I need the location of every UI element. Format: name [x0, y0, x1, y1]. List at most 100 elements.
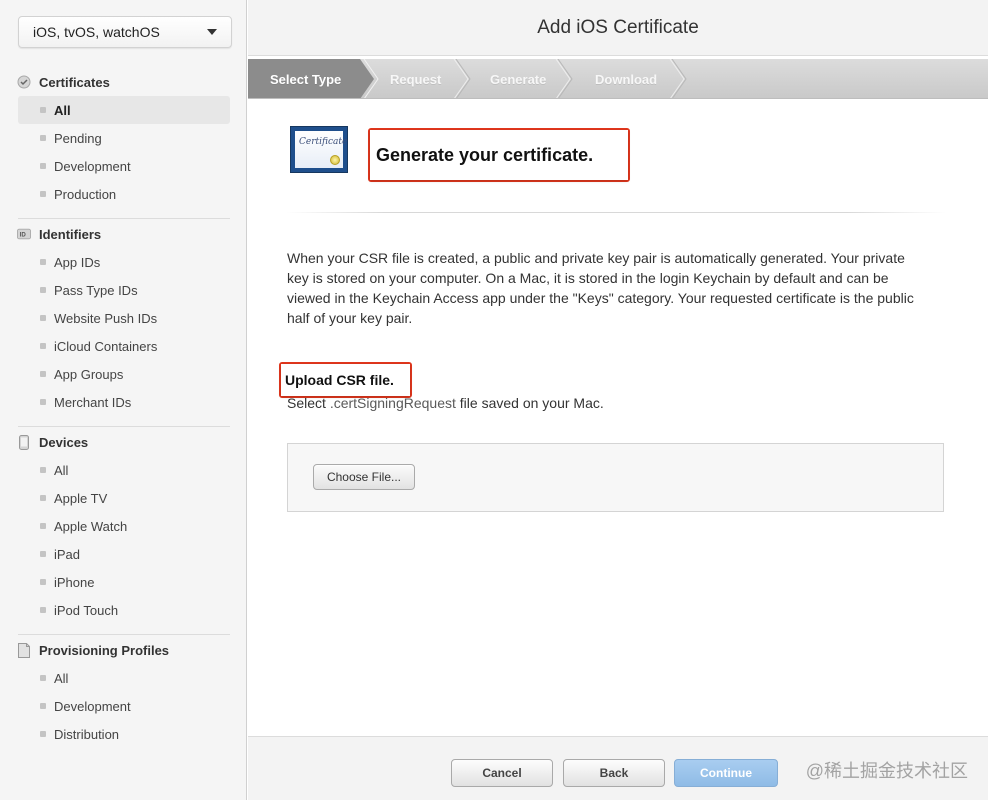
sidebar-item-label: All — [54, 102, 71, 118]
divider — [286, 212, 946, 213]
step-indicator: Select Type Request Generate Download — [248, 59, 988, 99]
bullet-icon — [40, 287, 46, 293]
section-heading-text: Generate your certificate. — [376, 144, 594, 165]
step-arrow-icon — [669, 59, 687, 98]
upload-instructions-prefix: Select — [287, 395, 330, 411]
sidebar-item-certificates-development[interactable]: Development — [18, 152, 230, 180]
sidebar-item-label: Apple Watch — [54, 518, 128, 534]
sidebar-item-pass-type-ids[interactable]: Pass Type IDs — [18, 276, 230, 304]
sidebar-item-profiles-development[interactable]: Development — [18, 692, 230, 720]
id-badge-icon: ID — [17, 227, 31, 241]
section-provisioning-profiles: Provisioning Profiles All Development Di… — [0, 636, 247, 748]
section-label: Provisioning Profiles — [39, 642, 170, 658]
platform-select[interactable]: iOS, tvOS, watchOS — [18, 16, 232, 48]
section-head-devices[interactable]: Devices — [0, 428, 247, 456]
certificate-icon: Certificate — [290, 126, 348, 173]
divider — [18, 218, 230, 219]
bullet-icon — [40, 675, 46, 681]
sidebar-item-label: iPod Touch — [54, 602, 119, 618]
bullet-icon — [40, 731, 46, 737]
bullet-icon — [40, 399, 46, 405]
bullet-icon — [40, 191, 46, 197]
section-identifiers: ID Identifiers App IDs Pass Type IDs Web… — [0, 220, 247, 416]
bullet-icon — [40, 607, 46, 613]
step-arrow-icon — [360, 59, 379, 98]
sidebar-item-merchant-ids[interactable]: Merchant IDs — [18, 388, 230, 416]
step-download: Download — [595, 59, 657, 98]
sidebar-item-ipad[interactable]: iPad — [18, 540, 230, 568]
sidebar-item-apple-tv[interactable]: Apple TV — [18, 484, 230, 512]
section-label: Devices — [39, 434, 89, 450]
svg-text:ID: ID — [20, 232, 27, 239]
bullet-icon — [40, 163, 46, 169]
sidebar-item-label: Development — [54, 698, 131, 714]
certificate-icon-text: Certificate — [299, 137, 348, 147]
sidebar: iOS, tvOS, watchOS Certificates All Pend… — [0, 0, 247, 800]
sidebar-item-label: Development — [54, 158, 131, 174]
bullet-icon — [40, 135, 46, 141]
seal-icon — [330, 155, 340, 165]
file-extension: .certSigningRequest — [329, 395, 456, 411]
divider — [18, 426, 230, 427]
sidebar-item-label: iPad — [54, 546, 81, 562]
sidebar-item-ipod-touch[interactable]: iPod Touch — [18, 596, 230, 624]
certificate-icon-face: Certificate — [295, 131, 347, 168]
sidebar-item-icloud-containers[interactable]: iCloud Containers — [18, 332, 230, 360]
sidebar-item-profiles-distribution[interactable]: Distribution — [18, 720, 230, 748]
description-text: When your CSR file is created, a public … — [287, 250, 914, 326]
sidebar-item-iphone[interactable]: iPhone — [18, 568, 230, 596]
sidebar-item-label: Website Push IDs — [54, 310, 158, 326]
sidebar-item-label: Distribution — [54, 726, 120, 742]
step-generate: Generate — [490, 59, 547, 98]
step-arrow-icon — [453, 59, 471, 98]
sidebar-item-certificates-all[interactable]: All — [18, 96, 230, 124]
sidebar-item-label: All — [54, 670, 69, 686]
sidebar-item-app-groups[interactable]: App Groups — [18, 360, 230, 388]
choose-file-button[interactable]: Choose File... — [313, 464, 415, 490]
bullet-icon — [40, 107, 46, 113]
file-upload-area: Choose File... — [287, 443, 944, 512]
bullet-icon — [40, 523, 46, 529]
back-button[interactable]: Back — [563, 759, 665, 787]
bullet-icon — [40, 703, 46, 709]
main-panel: Add iOS Certificate Select Type Request … — [248, 0, 988, 800]
sidebar-item-label: iPhone — [54, 574, 95, 590]
sidebar-item-certificates-production[interactable]: Production — [18, 180, 230, 208]
sidebar-item-label: Apple TV — [54, 490, 108, 506]
step-request: Request — [390, 59, 442, 98]
sidebar-item-apple-watch[interactable]: Apple Watch — [18, 512, 230, 540]
sidebar-item-devices-all[interactable]: All — [18, 456, 230, 484]
sidebar-item-app-ids[interactable]: App IDs — [18, 248, 230, 276]
step-select-type: Select Type — [248, 59, 360, 98]
step-arrow-icon — [555, 59, 573, 98]
sidebar-item-profiles-all[interactable]: All — [18, 664, 230, 692]
sidebar-item-label: App IDs — [54, 254, 101, 270]
section-head-provisioning-profiles[interactable]: Provisioning Profiles — [0, 636, 247, 664]
bullet-icon — [40, 579, 46, 585]
sidebar-item-website-push-ids[interactable]: Website Push IDs — [18, 304, 230, 332]
section-certificates: Certificates All Pending Development Pro… — [0, 68, 247, 208]
section-devices: Devices All Apple TV Apple Watch iPad iP… — [0, 428, 247, 624]
section-head-identifiers[interactable]: ID Identifiers — [0, 220, 247, 248]
bullet-icon — [40, 343, 46, 349]
watermark: @稀土掘金技术社区 — [805, 761, 968, 781]
step-label: Select Type — [270, 71, 342, 87]
platform-select-value: iOS, tvOS, watchOS — [33, 24, 160, 40]
sidebar-item-certificates-pending[interactable]: Pending — [18, 124, 230, 152]
continue-button[interactable]: Continue — [674, 759, 778, 787]
sidebar-item-label: Pending — [54, 130, 102, 146]
page-title: Add iOS Certificate — [248, 0, 988, 56]
upload-heading-text: Upload CSR file. — [285, 372, 394, 388]
step-label: Generate — [490, 71, 547, 87]
step-label: Request — [390, 71, 442, 87]
bullet-icon — [40, 495, 46, 501]
sidebar-item-label: App Groups — [54, 366, 124, 382]
section-heading: Generate your certificate. — [370, 130, 628, 180]
section-head-certificates[interactable]: Certificates — [0, 68, 247, 96]
sidebar-item-label: iCloud Containers — [54, 338, 158, 354]
cancel-button[interactable]: Cancel — [451, 759, 553, 787]
certificate-seal-icon — [17, 75, 31, 89]
bullet-icon — [40, 467, 46, 473]
device-icon — [17, 434, 31, 450]
bullet-icon — [40, 315, 46, 321]
